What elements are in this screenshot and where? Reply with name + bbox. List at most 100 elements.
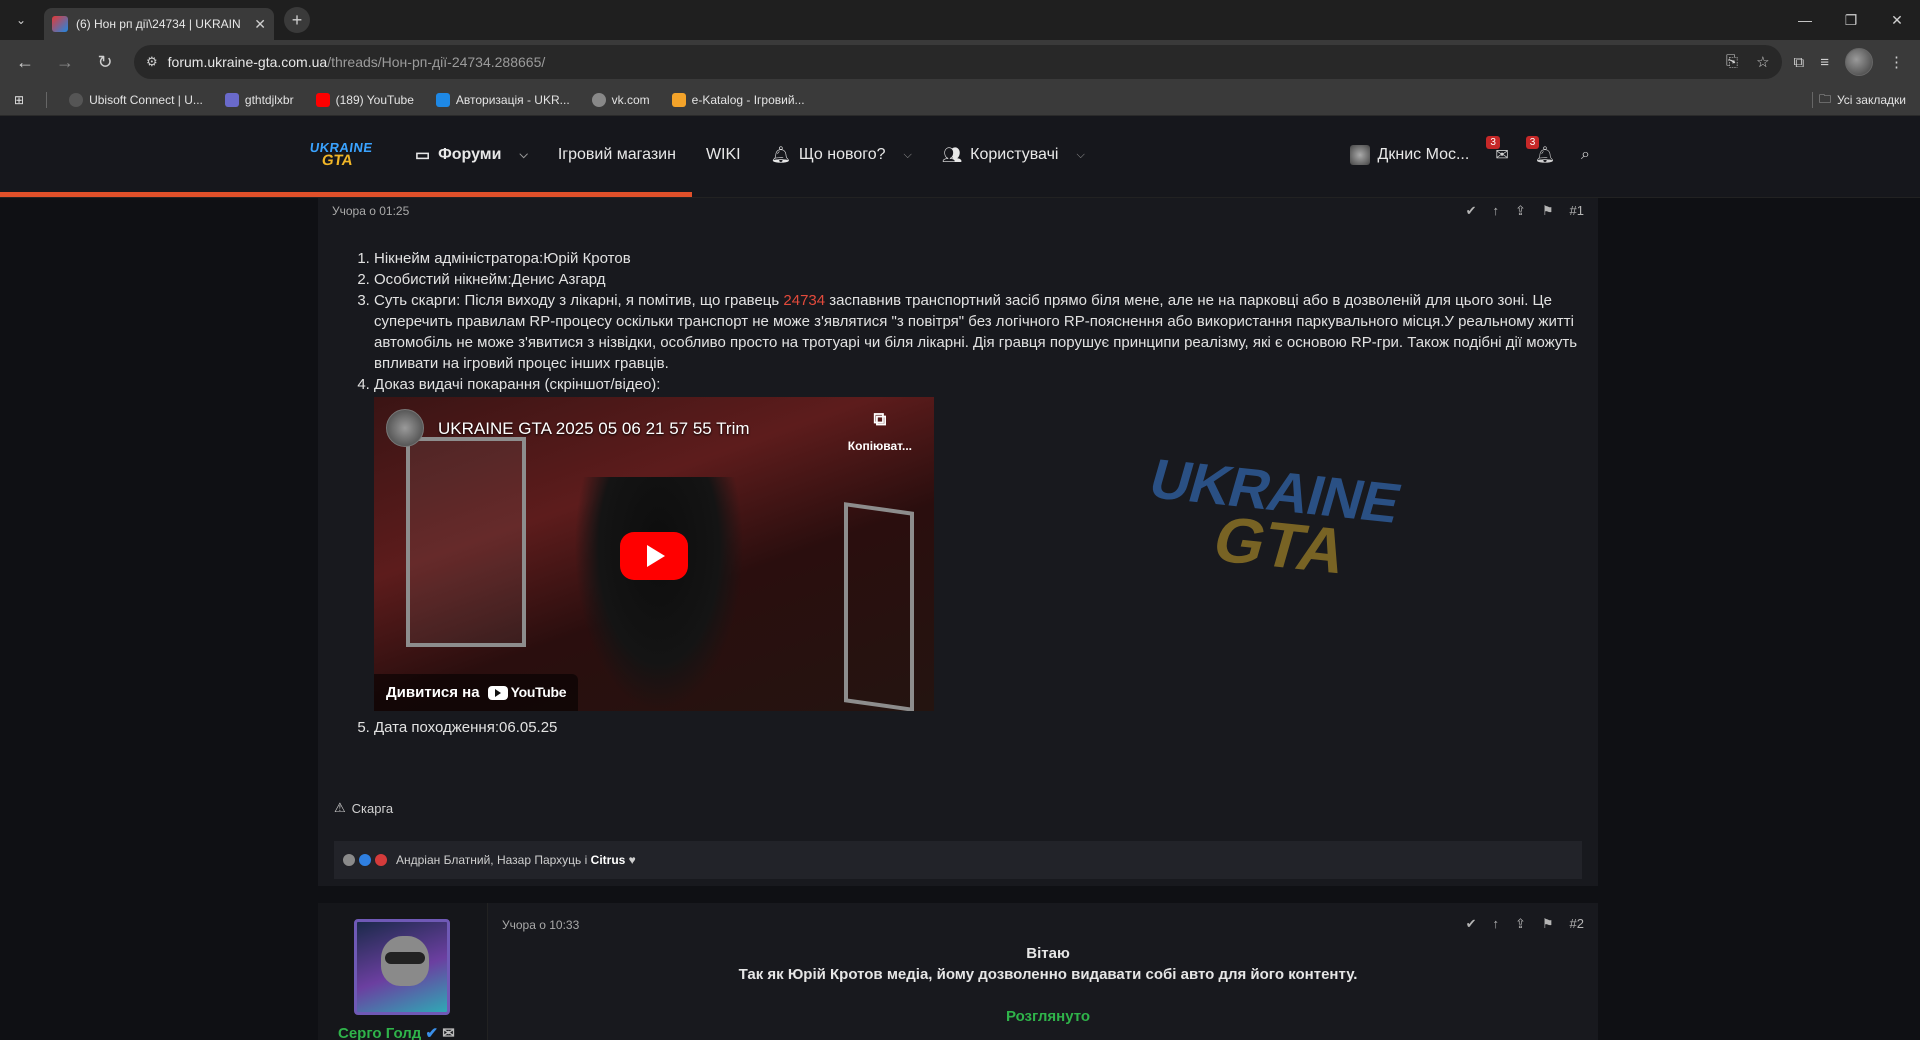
url-path: /threads/Нон-рп-дії-24734.288665/: [327, 54, 546, 70]
check-circle-icon[interactable]: ✔: [1466, 203, 1477, 219]
avatar[interactable]: [354, 919, 450, 1015]
video-scene-door: [844, 502, 914, 711]
logo-text-bottom: GTA: [320, 152, 354, 169]
site-info-icon[interactable]: ⚙: [146, 54, 158, 70]
chevron-down-icon[interactable]: ⌵: [1076, 149, 1084, 162]
video-embed[interactable]: UKRAINE GTA 2025 05 06 21 57 55 Trim ⧉ К…: [374, 397, 934, 711]
all-bookmarks-button[interactable]: 🗀 Усі закладки: [1811, 84, 1906, 116]
install-app-icon[interactable]: ⎘: [1726, 53, 1738, 71]
url-field[interactable]: ⚙ forum.ukraine-gta.com.ua/threads/Нон-р…: [134, 45, 1782, 79]
post-author-name[interactable]: Серго Голд ✔ ✉: [338, 1024, 455, 1040]
video-title[interactable]: UKRAINE GTA 2025 05 06 21 57 55 Trim: [438, 418, 750, 439]
nav-whats-new-label: Що нового?: [798, 146, 886, 163]
minimize-button[interactable]: —: [1782, 0, 1828, 40]
profile-avatar[interactable]: [1845, 48, 1873, 76]
nav-whats-new[interactable]: 🔔︎ Що нового? ⌵: [771, 145, 912, 165]
play-button[interactable]: [620, 532, 688, 580]
forum-header: UKRAINE GTA ▭ Форуми ⌵ Ігровий магазин WIK…: [0, 116, 1920, 198]
reload-button[interactable]: ↻: [88, 45, 122, 79]
list-item: Дата походження:06.05.25: [374, 717, 1586, 738]
tab-search-button[interactable]: ⌄: [6, 5, 36, 35]
nav-wiki[interactable]: WIKI: [706, 146, 741, 164]
post-timestamp[interactable]: Учора о 10:33: [502, 918, 579, 932]
share-icon[interactable]: ⇪: [1515, 203, 1526, 219]
bookmark-label: (189) YouTube: [335, 92, 414, 107]
chevron-down-icon[interactable]: ⌵: [904, 149, 912, 162]
reading-list-icon[interactable]: ≡: [1820, 54, 1829, 71]
main-nav: ▭ Форуми ⌵ Ігровий магазин WIKI 🔔︎ Що новог…: [415, 116, 1085, 194]
video-scene-figure: [574, 477, 744, 711]
youtube-icon: [487, 685, 508, 700]
list-item-text: Доказ видачі покарання (скріншот/відео):: [374, 376, 661, 393]
watch-on-youtube-button[interactable]: Дивитися на YouTube: [374, 674, 579, 711]
post-number[interactable]: #2: [1570, 916, 1584, 932]
browser-tab[interactable]: (6) Нон рп дії\24734 | UKRAIN ✕: [44, 8, 274, 40]
address-bar: ← → ↻ ⚙ forum.ukraine-gta.com.ua/threads…: [0, 40, 1920, 84]
back-button[interactable]: ←: [8, 45, 42, 79]
bookmark-label: e-Katalog - Ігровий...: [691, 92, 805, 107]
copy-link-button[interactable]: ⧉ Копіюват...: [848, 409, 912, 457]
new-tab-button[interactable]: +: [284, 7, 310, 33]
post: Серго Голд ✔ ✉ Учора о 10:33 ✔ ↑ ⇪ ⚑ #2 …: [318, 903, 1598, 1040]
copy-icon: ⧉: [873, 409, 887, 429]
site-logo[interactable]: UKRAINE GTA: [309, 140, 374, 174]
nav-shop-label: Ігровий магазин: [557, 146, 676, 163]
extensions-icon[interactable]: ⧉: [1794, 54, 1805, 71]
search-button[interactable]: ⌕: [1581, 146, 1590, 164]
reaction-avatar-icon: [342, 853, 356, 867]
nav-shop[interactable]: Ігровий магазин: [558, 146, 676, 164]
post-body: Вітаю Так як Юрій Кротов медіа, йому доз…: [498, 943, 1598, 1027]
nav-members[interactable]: 👥︎ Користувачі ⌵: [942, 145, 1085, 165]
like-icon: [358, 853, 372, 867]
video-header: UKRAINE GTA 2025 05 06 21 57 55 Trim: [386, 409, 750, 447]
post-actions: ✔ ↑ ⇪ ⚑ #2: [1466, 916, 1584, 932]
bookmark-icon[interactable]: ⚑: [1542, 203, 1554, 219]
bookmark-icon[interactable]: ⚑: [1542, 916, 1554, 932]
inbox-button[interactable]: 3 ✉: [1486, 136, 1509, 165]
bookmark-star-icon[interactable]: ☆: [1756, 53, 1769, 71]
folder-icon: 🗀: [1818, 91, 1831, 106]
report-label: Скарга: [351, 800, 394, 816]
bookmark-item[interactable]: Ubisoft Connect | U...: [69, 92, 203, 107]
envelope-icon: ✉: [1495, 147, 1509, 164]
bookmark-item[interactable]: gthtdjlxbr: [224, 92, 294, 107]
bookmark-item[interactable]: Авторизація - UKR...: [435, 92, 570, 107]
post: Учора о 01:25 ✔ ↑ ⇪ ⚑ #1 Нікнейм адмініс…: [318, 198, 1598, 886]
post-line: Вітаю: [1026, 945, 1070, 962]
arrow-up-icon[interactable]: ↑: [1492, 203, 1499, 219]
love-icon: [374, 853, 388, 867]
alerts-badge: 3: [1525, 136, 1540, 149]
video-scene-door: [406, 437, 526, 647]
restore-button[interactable]: ❐: [1828, 0, 1874, 40]
bookmarks-divider: [1811, 92, 1813, 108]
reactions-list[interactable]: Андріан Блатний, Назар Пархуць і Citrus …: [396, 853, 636, 867]
bookmark-label: gthtdjlxbr: [244, 92, 294, 107]
arrow-up-icon[interactable]: ↑: [1492, 916, 1499, 932]
apps-grid-icon[interactable]: ⊞: [14, 93, 24, 107]
channel-avatar[interactable]: [386, 409, 424, 447]
post-number[interactable]: #1: [1570, 203, 1584, 219]
check-circle-icon[interactable]: ✔: [1466, 916, 1477, 932]
bookmark-item[interactable]: (189) YouTube: [315, 92, 414, 107]
alerts-button[interactable]: 3 🔔︎: [1525, 136, 1555, 165]
avatar-raccoon-mask: [385, 952, 425, 964]
envelope-icon[interactable]: ✉: [442, 1025, 455, 1040]
tab-title: (6) Нон рп дії\24734 | UKRAIN: [76, 17, 241, 31]
forward-button[interactable]: →: [48, 45, 82, 79]
reactions-last-name: Citrus: [590, 853, 626, 867]
bookmark-item[interactable]: e-Katalog - Ігровий...: [671, 92, 805, 107]
post-timestamp[interactable]: Учора о 01:25: [332, 204, 409, 218]
player-link[interactable]: 24734: [783, 292, 825, 309]
chevron-down-icon[interactable]: ⌵: [519, 149, 527, 162]
nav-forums[interactable]: ▭ Форуми ⌵: [415, 145, 528, 165]
omnibox-actions: ⎘ ☆: [1726, 53, 1769, 71]
report-button[interactable]: ⚠ Скарга: [334, 800, 393, 816]
bookmark-item[interactable]: vk.com: [591, 92, 650, 107]
list-item: Доказ видачі покарання (скріншот/відео):…: [374, 374, 1586, 711]
window-close-button[interactable]: ✕: [1874, 0, 1920, 40]
account-menu[interactable]: Дкнис Мос...: [1349, 145, 1469, 165]
close-icon[interactable]: ✕: [254, 16, 266, 33]
share-icon[interactable]: ⇪: [1515, 916, 1526, 932]
nav-forums-label: Форуми: [438, 146, 502, 163]
menu-dots-icon[interactable]: ⋮: [1889, 53, 1904, 71]
